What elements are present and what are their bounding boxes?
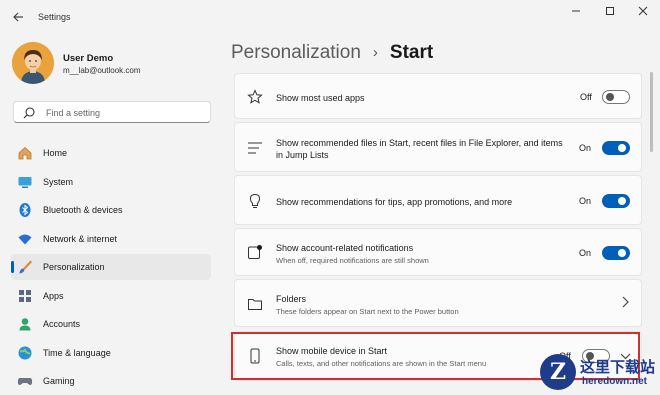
toggle-state-label: Off (580, 92, 592, 102)
star-icon (247, 89, 263, 105)
list-icon (247, 140, 263, 156)
watermark-url: heredown.net (582, 376, 648, 387)
user-email: m__lab@outlook.com (63, 66, 141, 75)
maximize-icon[interactable] (600, 4, 620, 22)
user-name: User Demo (63, 53, 114, 64)
setting-title: Show account-related notifications (276, 243, 414, 253)
scrollbar[interactable] (650, 72, 653, 152)
breadcrumb: Personalization › Start (231, 42, 433, 64)
system-icon (17, 174, 33, 190)
search-icon (22, 106, 36, 120)
search-input[interactable] (44, 105, 198, 121)
setting-title: Show most used apps (276, 93, 365, 103)
watermark-logo: Z (540, 354, 576, 390)
brush-icon (17, 259, 33, 275)
breadcrumb-separator: › (372, 44, 378, 61)
setting-title: Show recommended files in Start, recent … (276, 138, 563, 160)
back-arrow-icon[interactable] (8, 8, 28, 28)
toggle-switch[interactable] (602, 141, 630, 155)
window-title: Settings (38, 12, 71, 22)
sidebar-item-system[interactable]: System (11, 169, 211, 195)
sidebar-item-time-language[interactable]: Time & language (11, 340, 211, 366)
accounts-icon (17, 316, 33, 332)
active-indicator (11, 261, 14, 273)
setting-show-most-used-apps: Show most used apps Off (234, 73, 642, 119)
sidebar-item-personalization[interactable]: Personalization (11, 254, 211, 280)
setting-recommended-files: Show recommended files in Start, recent … (234, 122, 642, 172)
setting-recommendations-tips: Show recommendations for tips, app promo… (234, 175, 642, 225)
apps-icon (17, 288, 33, 304)
folder-icon (247, 296, 263, 312)
sidebar-item-label: Apps (43, 291, 64, 301)
toggle-state-label: On (579, 196, 592, 206)
setting-account-notifications: Show account-related notifications When … (234, 228, 642, 276)
sidebar-item-label: Network & internet (43, 234, 118, 244)
setting-subtitle: These folders appear on Start next to th… (276, 307, 459, 316)
toggle-state-label: On (579, 143, 592, 153)
toggle-switch[interactable] (602, 194, 630, 208)
breadcrumb-parent[interactable]: Personalization (231, 42, 361, 63)
toggle-switch[interactable] (602, 246, 630, 260)
home-icon (17, 145, 33, 161)
sidebar-item-label: Time & language (43, 348, 111, 358)
close-icon[interactable] (633, 4, 653, 22)
gamepad-icon (17, 373, 33, 389)
sidebar-item-accounts[interactable]: Accounts (11, 311, 211, 337)
sidebar-item-label: Bluetooth & devices (43, 205, 123, 215)
sidebar-item-label: Accounts (43, 319, 81, 329)
watermark: Z 这里下载站 heredown.net (530, 352, 660, 395)
sidebar-item-label: Home (43, 148, 68, 158)
avatar[interactable] (12, 42, 54, 84)
title-bar: Settings (0, 0, 660, 34)
sidebar-item-gaming[interactable]: Gaming (11, 368, 211, 394)
page-title: Start (389, 42, 434, 63)
sidebar-item-label: Personalization (43, 262, 105, 272)
setting-title: Show recommendations for tips, app promo… (276, 197, 513, 207)
toggle-state-label: On (579, 248, 592, 258)
search-box[interactable] (13, 101, 211, 123)
setting-subtitle: When off, required notifications are sti… (276, 256, 429, 265)
sidebar-item-label: Gaming (43, 376, 75, 386)
globe-icon (17, 345, 33, 361)
watermark-text: 这里下载站 (580, 359, 656, 376)
lightbulb-icon (247, 193, 263, 209)
minimize-icon[interactable] (566, 4, 586, 22)
setting-title: Folders (276, 294, 307, 304)
toggle-switch[interactable] (602, 90, 630, 104)
notification-icon (247, 244, 263, 260)
chevron-right-icon (621, 296, 629, 311)
sidebar-item-apps[interactable]: Apps (11, 283, 211, 309)
sidebar-item-bluetooth[interactable]: Bluetooth & devices (11, 197, 211, 223)
wifi-icon (17, 231, 33, 247)
bluetooth-icon (17, 202, 33, 218)
sidebar-item-label: System (43, 177, 74, 187)
sidebar-item-network[interactable]: Network & internet (11, 226, 211, 252)
sidebar-item-home[interactable]: Home (11, 140, 211, 166)
setting-folders[interactable]: Folders These folders appear on Start ne… (234, 279, 642, 327)
